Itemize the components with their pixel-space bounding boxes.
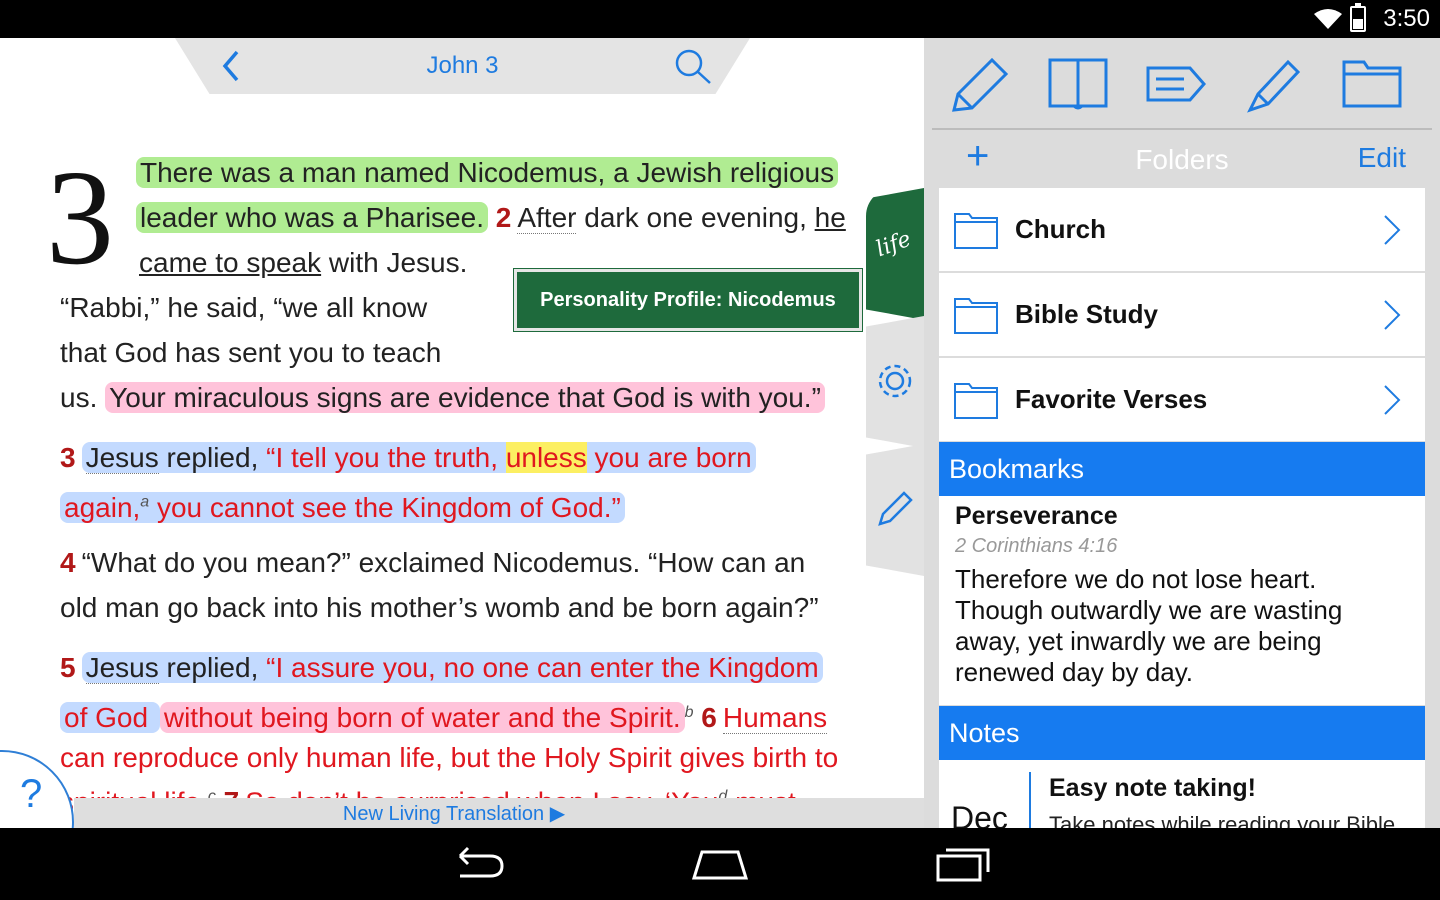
battery-icon [1350, 3, 1366, 32]
bookmark-reference: 2 Corinthians 4:16 [955, 535, 1118, 557]
tool-bar [924, 38, 1440, 130]
verse-line: 3 Jesus replied, “I tell you the truth, u… [60, 435, 756, 480]
verse-line: There was a man named Nicodemus, a Jewis… [136, 150, 839, 195]
chevron-right-icon [1384, 300, 1401, 330]
verse-line: 5 Jesus replied, “I assure you, no one ca… [60, 645, 823, 690]
note-title: Easy note taking! [1049, 774, 1256, 802]
folder-label: Bible Study [1015, 299, 1159, 329]
verse-line: us. Your miraculous signs are evidence t… [60, 375, 825, 420]
folder-item-bible-study[interactable]: Bible Study [939, 273, 1425, 358]
verse-line: 4 “What do you mean?” exclaimed Nicodemus… [60, 547, 806, 578]
annotate-tab[interactable] [866, 444, 924, 576]
life-app-logo: life [872, 226, 915, 263]
highlighter-icon[interactable] [1242, 54, 1306, 114]
notes-header[interactable]: Notes [939, 706, 1425, 761]
wifi-icon [1314, 9, 1342, 29]
note-item[interactable]: Dec Easy note taking! Take notes while r… [939, 760, 1425, 828]
bookmark-item[interactable]: Perseverance 2 Corinthians 4:16 Therefor… [939, 496, 1425, 705]
study-panel: + Folders Edit Church Bible Study Favori… [924, 38, 1440, 828]
search-icon[interactable] [673, 48, 713, 86]
book-icon[interactable] [1046, 54, 1110, 114]
verse-line: again,a you cannot see the Kingdom of Go… [60, 480, 625, 525]
note-body: Take notes while reading your Bible [1049, 812, 1396, 828]
chapter-title[interactable]: John 3 [175, 52, 750, 80]
back-icon[interactable] [446, 846, 506, 882]
verse-line: of God without being born of water and t… [60, 690, 828, 735]
verse-number: 3 [60, 442, 76, 473]
verse-number: 2 [495, 202, 512, 233]
personality-profile-button[interactable]: Personality Profile: Nicodemus [514, 269, 862, 331]
translation-bar: New Living Translation ▶ [74, 798, 924, 828]
translation-link[interactable]: New Living Translation ▶ [74, 801, 834, 826]
gear-icon [878, 364, 912, 398]
pencil-icon [878, 491, 913, 526]
home-icon[interactable] [690, 846, 750, 882]
tag-icon[interactable] [1144, 54, 1208, 114]
life-app-tab[interactable]: life [866, 188, 924, 320]
status-time: 3:50 [1383, 5, 1430, 32]
footnote-marker[interactable]: b [685, 704, 694, 721]
verse-line: came to speak with Jesus. [139, 247, 468, 278]
verse-number: 5 [60, 652, 76, 683]
settings-tab[interactable] [866, 316, 924, 448]
edit-button[interactable]: Edit [1358, 142, 1406, 174]
folder-item-favorite-verses[interactable]: Favorite Verses [939, 358, 1425, 443]
footnote-marker[interactable]: a [140, 494, 149, 511]
folder-label: Church [1015, 214, 1106, 244]
system-nav-bar [0, 828, 1440, 900]
note-date: Dec [951, 800, 1008, 828]
bookmarks-header[interactable]: Bookmarks [939, 442, 1425, 497]
bookmark-title: Perseverance [955, 502, 1118, 530]
bookmark-text: Therefore we do not lose heart. Though o… [955, 564, 1343, 687]
status-bar: 3:50 [0, 0, 1440, 38]
side-tabs: life [866, 188, 924, 608]
chapter-number: 3 [46, 143, 114, 293]
folder-icon[interactable] [1340, 54, 1404, 114]
verse-line: leader who was a Pharisee. 2 After dark o… [136, 195, 846, 240]
chevron-right-icon [1384, 215, 1401, 245]
folder-list: Church Bible Study Favorite Verses [939, 188, 1425, 443]
verse-line: “Rabbi,” he said, “we all know [60, 292, 428, 323]
verse-line: that God has sent you to teach [60, 337, 442, 368]
bible-reader: John 3 3 There was a man named Nicodemus… [0, 38, 924, 828]
verse-line: old man go back into his mother’s womb a… [60, 592, 819, 623]
folders-header: + Folders Edit [924, 130, 1440, 188]
chevron-right-icon [1384, 385, 1401, 415]
verse-number: 6 [701, 702, 717, 734]
chapter-header: John 3 [175, 38, 750, 94]
folder-item-church[interactable]: Church [939, 188, 1425, 273]
divider [1029, 772, 1031, 828]
verse-number: 4 [60, 547, 76, 578]
folder-icon [954, 383, 998, 419]
recent-apps-icon[interactable] [934, 846, 994, 882]
help-icon: ? [20, 772, 43, 816]
folder-icon [954, 298, 998, 334]
folder-label: Favorite Verses [1015, 384, 1208, 414]
folder-icon [954, 213, 998, 249]
pencil-icon[interactable] [948, 54, 1012, 114]
